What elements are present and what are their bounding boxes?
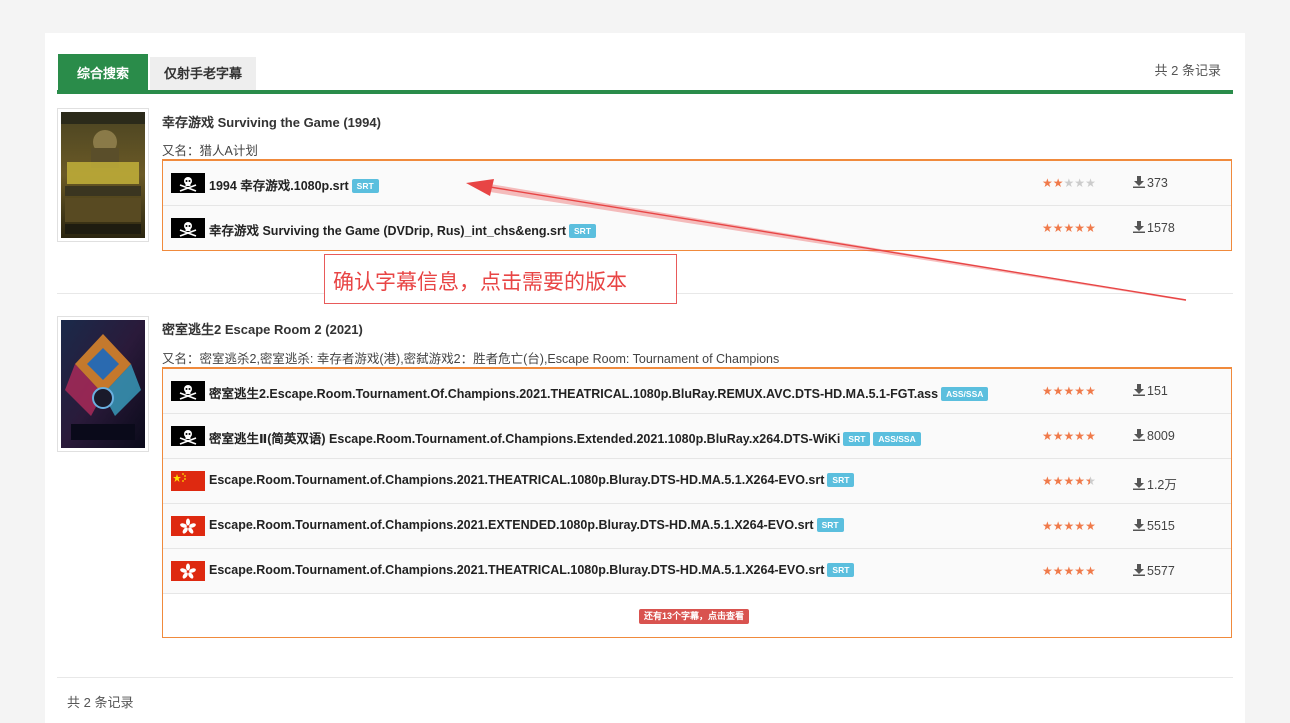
annotation-arrow <box>466 179 1187 301</box>
annotation-callout: 确认字幕信息，点击需要的版本 <box>324 254 677 304</box>
annotation-text: 确认字幕信息，点击需要的版本 <box>333 271 627 294</box>
